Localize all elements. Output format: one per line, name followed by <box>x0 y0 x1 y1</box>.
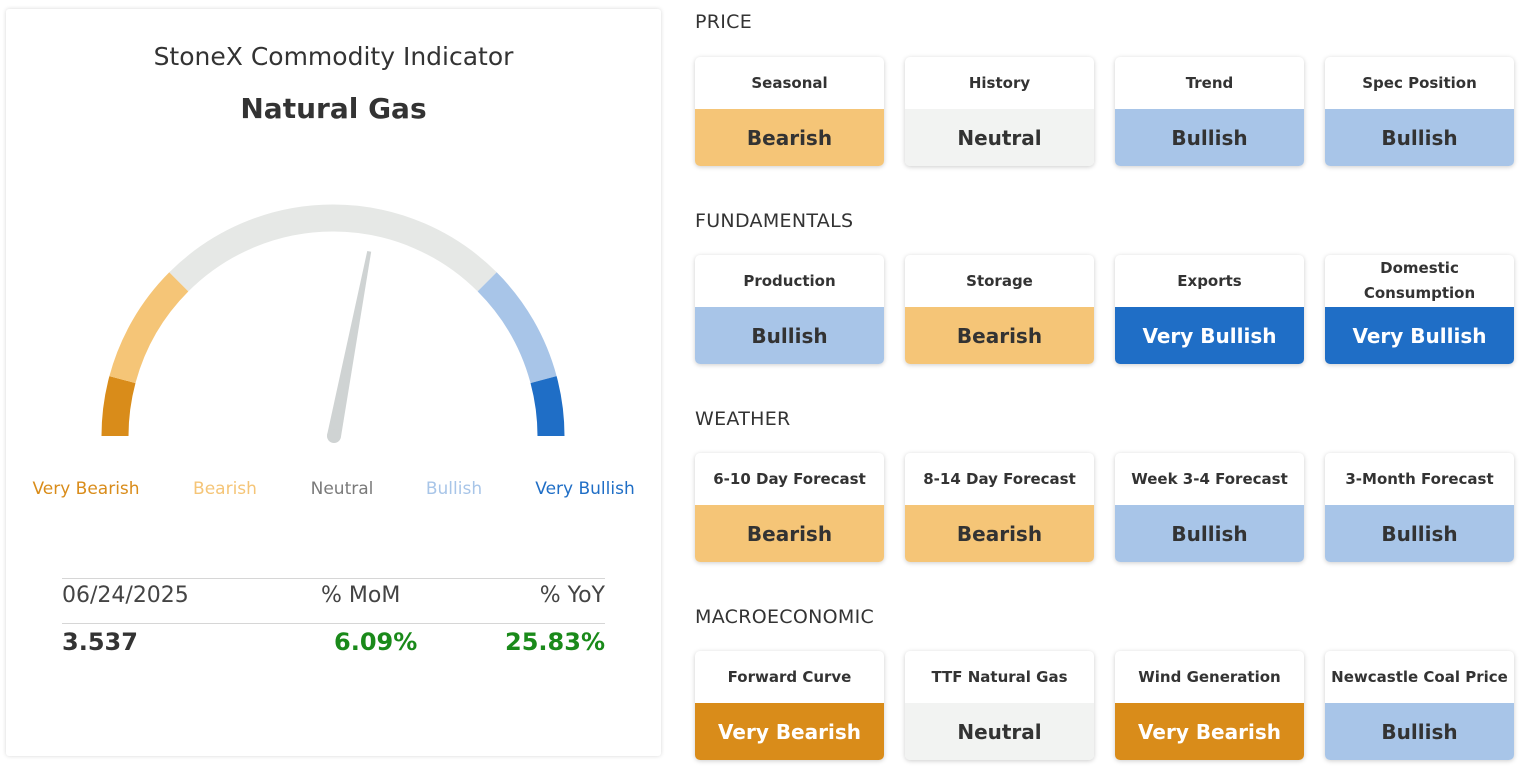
card-ttf-natural-gas: TTF Natural Gas Neutral <box>905 651 1094 760</box>
card-label: 8-14 Day Forecast <box>923 469 1076 488</box>
card-storage: Storage Bearish <box>905 255 1094 364</box>
stats-mom-header: % MoM <box>321 583 401 608</box>
card-trend: Trend Bullish <box>1115 57 1304 166</box>
card-value: Neutral <box>905 109 1094 166</box>
gauge-label-bearish: Bearish <box>193 479 257 499</box>
gauge-label-neutral: Neutral <box>310 479 374 499</box>
gauge-arc-neutral <box>169 204 497 292</box>
commodity-indicator-panel: StoneX Commodity Indicator Natural Gas V… <box>6 9 661 756</box>
stats-mid-divider <box>62 623 605 624</box>
card-value: Bullish <box>1115 109 1304 166</box>
card-value: Bullish <box>1325 703 1514 760</box>
card-value: Very Bullish <box>1115 307 1304 364</box>
gauge-label-very-bearish: Very Bearish <box>32 479 140 499</box>
card-label: Forward Curve <box>727 667 852 686</box>
gauge-arc-very-bullish <box>530 376 565 437</box>
card-value: Bearish <box>905 307 1094 364</box>
card-label: 3-Month Forecast <box>1345 469 1494 488</box>
card-label: 6-10 Day Forecast <box>713 469 866 488</box>
card-forward-curve: Forward Curve Very Bearish <box>695 651 884 760</box>
card-label: TTF Natural Gas <box>931 667 1068 686</box>
stats-date: 06/24/2025 <box>62 583 189 608</box>
gauge-label-very-bullish: Very Bullish <box>535 479 635 499</box>
gauge-needle-hub <box>327 429 341 443</box>
gauge-needle <box>327 250 372 438</box>
card-label: History <box>968 73 1031 92</box>
stats-price: 3.537 <box>62 628 138 656</box>
card-domestic-consumption: Domestic Consumption Very Bullish <box>1325 255 1514 364</box>
card-label: Domestic Consumption <box>1363 259 1476 302</box>
card-value: Bullish <box>1325 109 1514 166</box>
gauge-arc-bearish <box>109 272 189 384</box>
card-value: Bearish <box>905 505 1094 562</box>
card-label: Exports <box>1177 271 1242 290</box>
card-6-10-day-forecast: 6-10 Day Forecast Bearish <box>695 453 884 562</box>
card-week-3-4-forecast: Week 3-4 Forecast Bullish <box>1115 453 1304 562</box>
stats-top-divider <box>62 578 605 579</box>
card-3-month-forecast: 3-Month Forecast Bullish <box>1325 453 1514 562</box>
card-label: Week 3-4 Forecast <box>1131 469 1288 488</box>
card-value: Bearish <box>695 109 884 166</box>
card-label: Spec Position <box>1362 73 1477 92</box>
card-value: Very Bullish <box>1325 307 1514 364</box>
section-title-macroeconomic: MACROECONOMIC <box>695 606 875 628</box>
stats-yoy-value: 25.83% <box>505 628 605 656</box>
section-title-price: PRICE <box>695 11 753 33</box>
card-newcastle-coal-price: Newcastle Coal Price Bullish <box>1325 651 1514 760</box>
section-title-fundamentals: FUNDAMENTALS <box>695 210 854 232</box>
card-seasonal: Seasonal Bearish <box>695 57 884 166</box>
card-value: Bullish <box>1115 505 1304 562</box>
card-label: Wind Generation <box>1138 667 1281 686</box>
sentiment-gauge <box>101 204 565 443</box>
section-title-weather: WEATHER <box>695 408 791 430</box>
stats-mom-value: 6.09% <box>334 628 418 656</box>
card-value: Very Bearish <box>695 703 884 760</box>
gauge-arc-bullish <box>477 272 557 384</box>
card-wind-generation: Wind Generation Very Bearish <box>1115 651 1304 760</box>
card-history: History Neutral <box>905 57 1094 166</box>
card-spec-position: Spec Position Bullish <box>1325 57 1514 166</box>
gauge-label-bullish: Bullish <box>425 479 483 499</box>
card-value: Very Bearish <box>1115 703 1304 760</box>
card-value: Bearish <box>695 505 884 562</box>
stats-yoy-header: % YoY <box>539 583 605 608</box>
card-value: Bullish <box>695 307 884 364</box>
gauge-arc-very-bearish <box>101 376 136 437</box>
card-label: Production <box>743 271 836 290</box>
card-label: Storage <box>966 271 1033 290</box>
card-value: Bullish <box>1325 505 1514 562</box>
card-production: Production Bullish <box>695 255 884 364</box>
card-label: Seasonal <box>751 73 828 92</box>
card-8-14-day-forecast: 8-14 Day Forecast Bearish <box>905 453 1094 562</box>
card-label: Newcastle Coal Price <box>1331 667 1508 686</box>
card-label: Trend <box>1185 73 1234 92</box>
card-value: Neutral <box>905 703 1094 760</box>
card-exports: Exports Very Bullish <box>1115 255 1304 364</box>
